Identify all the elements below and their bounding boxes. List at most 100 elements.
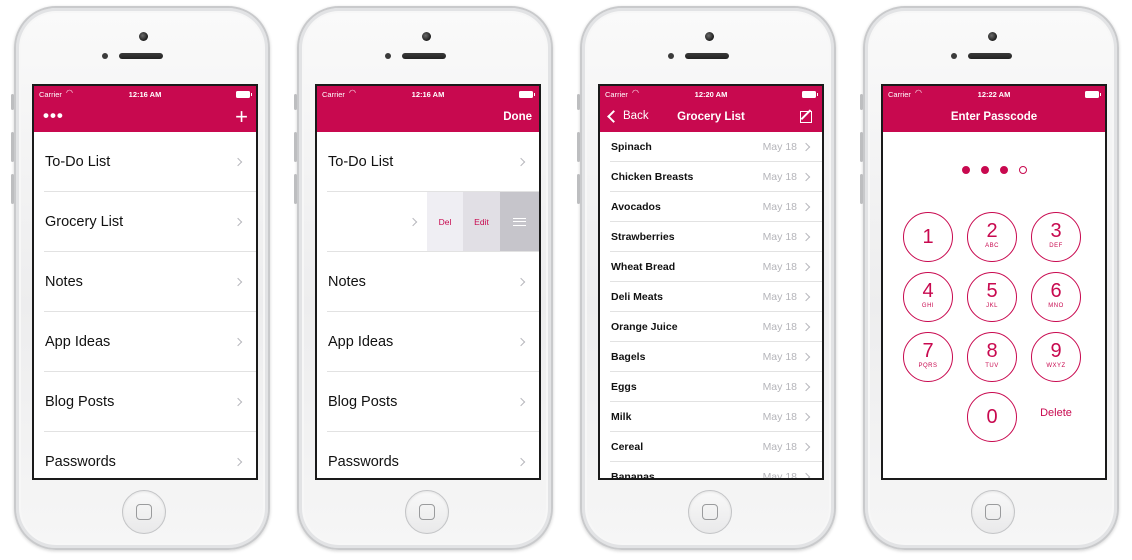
item-name: Strawberries: [611, 231, 675, 243]
keypad-key-2[interactable]: 2 ABC: [967, 212, 1017, 262]
key-digit: 0: [986, 406, 998, 428]
volume-down-button: [294, 174, 297, 204]
list-row-swiped[interactable]: Del Edit: [317, 192, 539, 252]
list-item[interactable]: Deli Meats May 18: [600, 282, 822, 312]
chevron-right-icon: [233, 457, 243, 467]
list-row-label: Notes: [328, 274, 366, 290]
item-date: May 18: [762, 351, 797, 363]
chevron-right-icon: [801, 262, 811, 272]
list-item[interactable]: Chicken Breasts May 18: [600, 162, 822, 192]
chevron-right-icon: [801, 412, 811, 422]
list-item[interactable]: Milk May 18: [600, 402, 822, 432]
home-button[interactable]: [405, 490, 449, 534]
list-item[interactable]: Cereal May 18: [600, 432, 822, 462]
list-row-label: Blog Posts: [45, 394, 115, 410]
list-row[interactable]: Notes: [317, 252, 539, 312]
key-digit: 6: [1050, 280, 1062, 302]
page-title: Grocery List: [677, 111, 745, 123]
volume-up-button: [860, 132, 863, 162]
passcode-dots: [883, 166, 1105, 174]
status-bar: Carrier ◠ 12:20 AM: [600, 86, 822, 104]
keypad-key-3[interactable]: 3 DEF: [1031, 212, 1081, 262]
list-item[interactable]: Spinach May 18: [600, 132, 822, 162]
edit-action-button[interactable]: Edit: [463, 192, 500, 252]
volume-down-button: [860, 174, 863, 204]
item-name: Bagels: [611, 351, 646, 363]
grocery-items-table: Spinach May 18 Chicken Breasts May 18 Avoc…: [600, 132, 822, 480]
chevron-right-icon: [408, 217, 418, 227]
keypad-key-8[interactable]: 8 TUV: [967, 332, 1017, 382]
battery-icon: [519, 91, 535, 98]
status-time: 12:16 AM: [411, 90, 445, 99]
key-letters: JKL: [986, 303, 998, 309]
volume-up-button: [11, 132, 14, 162]
menu-dots-button[interactable]: •••: [43, 106, 64, 126]
reorder-handle[interactable]: [500, 192, 539, 252]
list-row[interactable]: Notes: [34, 252, 256, 312]
done-button[interactable]: Done: [503, 111, 532, 123]
list-item[interactable]: Bananas May 18: [600, 462, 822, 480]
list-row[interactable]: Passwords: [317, 432, 539, 478]
list-row[interactable]: Blog Posts: [317, 372, 539, 432]
mute-switch: [860, 94, 863, 110]
status-time: 12:20 AM: [694, 90, 728, 99]
list-row[interactable]: Passwords: [34, 432, 256, 478]
home-button[interactable]: [122, 490, 166, 534]
keypad-key-5[interactable]: 5 JKL: [967, 272, 1017, 322]
item-date: May 18: [762, 201, 797, 213]
volume-down-button: [577, 174, 580, 204]
status-time: 12:16 AM: [128, 90, 162, 99]
lists-table: To-Do List Del Edit Notes App Ideas Blog…: [317, 132, 539, 478]
proximity-sensor: [668, 53, 674, 59]
list-row[interactable]: To-Do List: [34, 132, 256, 192]
key-letters: ABC: [985, 243, 999, 249]
delete-button[interactable]: Delete: [1025, 407, 1087, 419]
list-row[interactable]: Blog Posts: [34, 372, 256, 432]
chevron-right-icon: [801, 202, 811, 212]
keypad-key-4[interactable]: 4 GHI: [903, 272, 953, 322]
keypad-key-9[interactable]: 9 WXYZ: [1031, 332, 1081, 382]
list-row-label: Passwords: [45, 454, 116, 470]
item-name: Deli Meats: [611, 291, 663, 303]
keypad-key-6[interactable]: 6 MNO: [1031, 272, 1081, 322]
item-name: Cereal: [611, 441, 644, 453]
list-row-label: Notes: [45, 274, 83, 290]
status-bar: Carrier ◠ 12:22 AM: [883, 86, 1105, 104]
compose-icon[interactable]: [800, 111, 812, 123]
list-item[interactable]: Orange Juice May 18: [600, 312, 822, 342]
item-date: May 18: [762, 441, 797, 453]
chevron-right-icon: [801, 232, 811, 242]
home-button[interactable]: [688, 490, 732, 534]
home-button[interactable]: [971, 490, 1015, 534]
mute-switch: [577, 94, 580, 110]
list-row[interactable]: Grocery List: [34, 192, 256, 252]
add-list-button[interactable]: +: [235, 104, 248, 130]
item-name: Bananas: [611, 471, 655, 480]
key-digit: 1: [922, 226, 934, 248]
front-camera: [139, 32, 148, 41]
front-camera: [422, 32, 431, 41]
reorder-grip-icon: [513, 218, 526, 226]
list-item[interactable]: Avocados May 18: [600, 192, 822, 222]
list-item[interactable]: Wheat Bread May 18: [600, 252, 822, 282]
list-item[interactable]: Bagels May 18: [600, 342, 822, 372]
item-date: May 18: [762, 381, 797, 393]
screen: Carrier ◠ 12:20 AM Back Grocery List Spi…: [598, 84, 824, 480]
chevron-right-icon: [233, 277, 243, 287]
list-row[interactable]: App Ideas: [34, 312, 256, 372]
passcode-dot: [980, 166, 989, 174]
item-date: May 18: [762, 471, 797, 480]
list-item[interactable]: Strawberries May 18: [600, 222, 822, 252]
key-digit: 7: [922, 340, 934, 362]
keypad-key-7[interactable]: 7 PQRS: [903, 332, 953, 382]
list-row[interactable]: To-Do List: [317, 132, 539, 192]
lists-table: To-Do List Grocery List Notes App Ideas …: [34, 132, 256, 478]
item-name: Spinach: [611, 141, 652, 153]
list-item[interactable]: Eggs May 18: [600, 372, 822, 402]
keypad-key-1[interactable]: 1: [903, 212, 953, 262]
keypad-key-0[interactable]: 0: [967, 392, 1017, 442]
volume-down-button: [11, 174, 14, 204]
list-row[interactable]: App Ideas: [317, 312, 539, 372]
delete-action-button[interactable]: Del: [427, 192, 463, 252]
list-row-label: Grocery List: [45, 214, 124, 230]
